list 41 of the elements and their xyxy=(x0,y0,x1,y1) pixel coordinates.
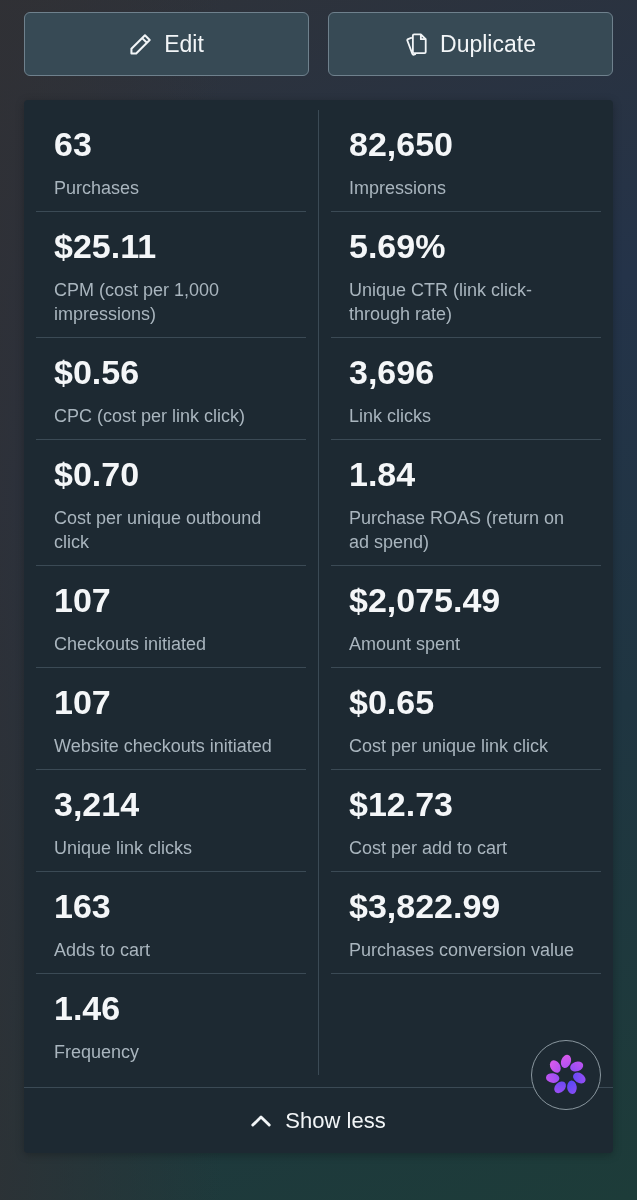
collapse-button[interactable]: Show less xyxy=(245,1103,392,1138)
flower-icon xyxy=(545,1054,587,1096)
metric-value: $2,075.49 xyxy=(349,580,501,620)
metric-value: $25.11 xyxy=(54,226,157,266)
metric-value: 1.84 xyxy=(349,454,416,494)
edit-button[interactable]: Edit xyxy=(24,12,309,76)
metric-value: $0.65 xyxy=(349,682,435,722)
metric-label: Impressions xyxy=(349,177,447,200)
metric-label: Unique link clicks xyxy=(54,837,193,860)
metric-value: 107 xyxy=(54,682,111,722)
pencil-icon xyxy=(129,32,153,56)
metric-label: Cost per unique link click xyxy=(349,735,549,758)
metric-label: CPC (cost per link click) xyxy=(54,405,246,428)
metric-label: Amount spent xyxy=(349,633,461,656)
duplicate-button[interactable]: Duplicate xyxy=(328,12,613,76)
metric-label: Link clicks xyxy=(349,405,432,428)
metric-value: 1.46 xyxy=(54,988,121,1028)
metric-value: 3,696 xyxy=(349,352,435,392)
metric-value: 107 xyxy=(54,580,111,620)
metric-label: Unique CTR (link click-through rate) xyxy=(349,279,534,326)
metric-value: 163 xyxy=(54,886,111,926)
metric-value: $0.70 xyxy=(54,454,140,494)
metric-label: Checkouts initiated xyxy=(54,633,207,656)
metric-label: Cost per unique outbound click xyxy=(54,507,263,554)
metric-label: Purchase ROAS (return on ad spend) xyxy=(349,507,566,554)
metric-label: Frequency xyxy=(54,1041,140,1064)
chevron-up-icon xyxy=(251,1114,272,1127)
metric-label: Website checkouts initiated xyxy=(54,735,272,758)
metric-label: Adds to cart xyxy=(54,939,151,962)
copy-icon xyxy=(405,32,429,56)
metric-label: CPM (cost per 1,000 impressions) xyxy=(54,279,221,326)
metric-label: Cost per add to cart xyxy=(349,837,508,860)
metric-value: 5.69% xyxy=(349,226,446,266)
metric-value: 63 xyxy=(54,124,92,164)
metric-value: $12.73 xyxy=(349,784,453,824)
metric-value: 3,214 xyxy=(54,784,140,824)
metric-label: Purchases xyxy=(54,177,140,200)
metric-value: $3,822.99 xyxy=(349,886,501,926)
metric-value: $0.56 xyxy=(54,352,140,392)
metric-value: 82,650 xyxy=(349,124,453,164)
metric-label: Purchases conversion value xyxy=(349,939,575,962)
